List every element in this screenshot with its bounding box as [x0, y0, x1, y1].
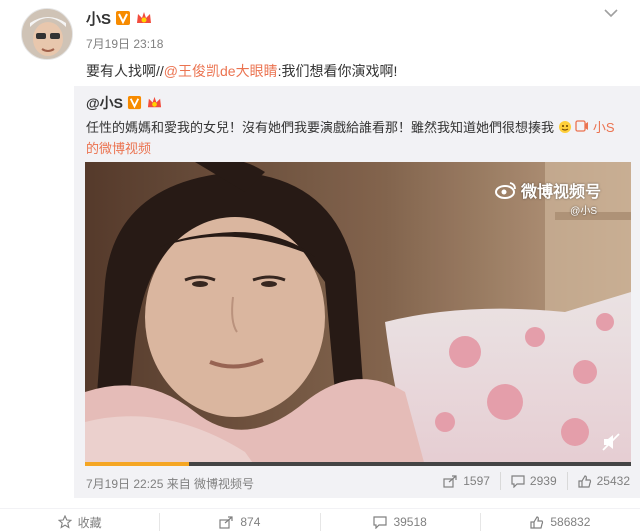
post-text-prefix: 要有人找啊//: [86, 63, 164, 79]
emoji-icon: [558, 120, 572, 137]
like-button[interactable]: 586832: [479, 513, 640, 531]
video-link-inline[interactable]: 小S: [593, 120, 615, 135]
post-time[interactable]: 7月19日 23:18: [86, 35, 163, 52]
repost-comment-stat[interactable]: 2939: [499, 472, 567, 490]
share-count: 874: [240, 515, 261, 529]
verified-v-icon[interactable]: [127, 95, 142, 113]
mute-icon[interactable]: [601, 432, 621, 452]
member-crown-icon[interactable]: [146, 95, 163, 113]
comment-icon: [373, 515, 388, 529]
share-button[interactable]: 874: [159, 513, 319, 531]
video-link-icon[interactable]: [575, 120, 593, 135]
video-player[interactable]: 微博视频号 @小S: [85, 162, 631, 466]
repost-username-text[interactable]: @小S: [86, 95, 123, 111]
thumbs-up-icon: [530, 515, 544, 529]
video-frame: [85, 162, 631, 466]
repost-like-stat[interactable]: 25432: [566, 472, 640, 490]
member-crown-icon[interactable]: [135, 10, 153, 30]
comment-button[interactable]: 39518: [319, 513, 480, 531]
video-link[interactable]: 的微博视频: [86, 138, 151, 157]
comment-icon: [511, 474, 525, 488]
repost-text: 任性的媽媽和愛我的女兒！沒有她們我要演戲給誰看那！雖然我知道她們很想揍我 小S: [86, 117, 640, 137]
weibo-logo-icon: [494, 182, 516, 199]
repost-text-body: 任性的媽媽和愛我的女兒！沒有她們我要演戲給誰看那！雖然我知道她們很想揍我: [86, 120, 555, 135]
star-icon: [57, 515, 72, 529]
repost-like-count: 25432: [596, 474, 630, 488]
repost-meta[interactable]: 7月19日 22:25 来自 微博视频号: [86, 475, 254, 492]
post-text: 要有人找啊//@王俊凯de大眼睛:我们想看你演戏啊!: [86, 61, 397, 81]
share-icon: [443, 474, 457, 488]
share-icon: [219, 515, 233, 529]
thumbs-up-icon: [578, 474, 591, 488]
favorite-label: 收藏: [77, 515, 102, 530]
favorite-button[interactable]: 收藏: [0, 513, 159, 531]
watermark-text: 微博视频号: [520, 184, 601, 201]
mention-link[interactable]: @王俊凯de大眼睛: [164, 63, 278, 79]
video-watermark: 微博视频号: [494, 178, 601, 202]
repost-comment-count: 2939: [529, 474, 557, 488]
like-count: 586832: [550, 515, 591, 529]
avatar[interactable]: [21, 8, 73, 60]
comment-count: 39518: [393, 515, 427, 529]
verified-v-icon[interactable]: [115, 10, 131, 30]
post-username[interactable]: 小S: [86, 8, 153, 30]
post-text-suffix: :我们想看你演戏啊!: [277, 63, 398, 79]
action-bar: 收藏 874 39518 586832: [0, 508, 640, 532]
username-text[interactable]: 小S: [86, 11, 111, 28]
repost-box: @小S 任性的媽媽和愛我的女兒！沒有她們我要演戲給誰看那！雖然我知道她們很想揍我…: [74, 86, 640, 498]
repost-share-count: 1597: [463, 474, 490, 488]
repost-stats: 1597 2939 25432: [433, 472, 640, 490]
video-progress-fill: [85, 462, 189, 466]
repost-share-stat[interactable]: 1597: [433, 472, 500, 490]
repost-username[interactable]: @小S: [86, 93, 163, 113]
watermark-sub: @小S: [570, 206, 597, 217]
chevron-down-icon[interactable]: [602, 6, 620, 20]
